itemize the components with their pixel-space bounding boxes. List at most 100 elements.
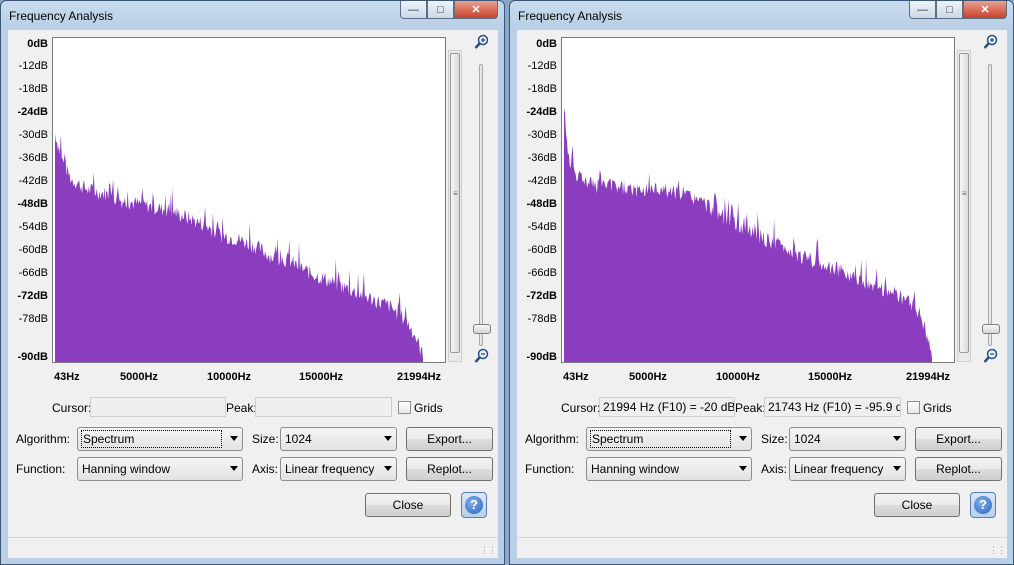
maximize-icon: □	[437, 3, 444, 16]
zoom-slider-track[interactable]	[479, 64, 483, 346]
resize-grip-icon[interactable]: ⋮⋮	[480, 545, 497, 556]
window-title: Frequency Analysis	[9, 9, 114, 23]
algorithm-label: Algorithm:	[16, 432, 71, 446]
x-axis-tick-label: 43Hz	[54, 371, 80, 383]
y-axis-tick-label: 0dB	[27, 38, 48, 50]
zoom-slider-thumb[interactable]	[982, 324, 1000, 334]
size-dropdown[interactable]: 1024	[280, 427, 397, 451]
peak-readout-field[interactable]: 21743 Hz (F10) = -95.9 dB	[764, 397, 901, 417]
size-dropdown[interactable]: 1024	[789, 427, 906, 451]
scrollbar-thumb[interactable]: ≡	[450, 53, 460, 353]
axis-dropdown[interactable]: Linear frequency	[280, 457, 397, 481]
scrollbar-thumb[interactable]: ≡	[959, 53, 969, 353]
function-value: Hanning window	[591, 462, 680, 476]
axis-label: Axis:	[252, 462, 279, 476]
chevron-down-icon	[893, 436, 901, 441]
close-icon: ✕	[471, 4, 481, 16]
cursor-readout-field[interactable]	[90, 397, 226, 417]
y-axis-tick-label: -42dB	[18, 175, 48, 187]
algorithm-dropdown[interactable]: Spectrum	[77, 427, 243, 451]
title-bar[interactable]: Frequency Analysis — □ ✕	[510, 1, 1013, 29]
close-window-button[interactable]: ✕	[454, 1, 498, 19]
chevron-down-icon	[739, 466, 747, 471]
grids-checkbox[interactable]	[907, 401, 920, 414]
zoom-out-icon[interactable]	[474, 348, 490, 364]
y-axis-tick-label: -90dB	[526, 351, 557, 363]
close-button[interactable]: Close	[874, 493, 960, 517]
replot-button[interactable]: Replot...	[406, 457, 493, 481]
chevron-down-icon	[384, 436, 392, 441]
y-axis-tick-label: -60dB	[18, 244, 48, 256]
spectrum-plot[interactable]	[52, 37, 446, 363]
function-label: Function:	[525, 462, 575, 476]
close-button[interactable]: Close	[365, 493, 451, 517]
chevron-down-icon	[384, 466, 392, 471]
chevron-down-icon	[739, 436, 747, 441]
frequency-analysis-window-left: Frequency Analysis — □ ✕ 0dB -12dB -18dB -24dB -…	[0, 0, 505, 565]
status-bar: ⋮⋮	[517, 537, 1007, 558]
y-axis-tick-label: -54dB	[18, 221, 48, 233]
y-axis-tick-label: -30dB	[18, 129, 48, 141]
maximize-icon: □	[946, 3, 953, 16]
peak-readout-field[interactable]	[255, 397, 392, 417]
cursor-label: Cursor:	[52, 401, 92, 415]
y-axis-tick-label: -78dB	[527, 313, 557, 325]
zoom-in-icon[interactable]	[983, 34, 999, 50]
algorithm-dropdown[interactable]: Spectrum	[586, 427, 752, 451]
export-button[interactable]: Export...	[406, 427, 493, 451]
help-button[interactable]: ?	[970, 492, 996, 518]
grids-checkbox[interactable]	[398, 401, 411, 414]
axis-label: Axis:	[761, 462, 788, 476]
y-axis-tick-label: -48dB	[17, 198, 48, 210]
y-axis-tick-label: -36dB	[18, 152, 48, 164]
spectrum-svg	[563, 108, 933, 362]
y-axis-tick-label: -90dB	[17, 351, 48, 363]
chevron-down-icon	[230, 436, 238, 441]
grip-icon: ≡	[962, 189, 967, 198]
function-label: Function:	[16, 462, 66, 476]
status-bar: ⋮⋮	[8, 537, 498, 558]
resize-grip-icon[interactable]: ⋮⋮	[989, 545, 1006, 556]
vertical-scrollbar[interactable]: ≡	[957, 50, 971, 362]
frequency-analysis-window-right: Frequency Analysis — □ ✕ 0dB -12dB -18dB -24dB -…	[509, 0, 1014, 565]
zoom-in-icon[interactable]	[474, 34, 490, 50]
help-button[interactable]: ?	[461, 492, 487, 518]
function-dropdown[interactable]: Hanning window	[586, 457, 752, 481]
y-axis-tick-label: -12dB	[527, 60, 557, 72]
close-window-button[interactable]: ✕	[963, 1, 1007, 19]
dialog-client-area: 0dB -12dB -18dB -24dB -30dB -36dB -42dB -48dB -5…	[8, 30, 498, 558]
chevron-down-icon	[230, 466, 238, 471]
vertical-scrollbar[interactable]: ≡	[448, 50, 462, 362]
export-button[interactable]: Export...	[915, 427, 1002, 451]
peak-label: Peak:	[735, 401, 766, 415]
size-value: 1024	[285, 432, 312, 446]
zoom-slider-track[interactable]	[988, 64, 992, 346]
grids-label[interactable]: Grids	[923, 401, 952, 415]
spectrum-plot[interactable]	[561, 37, 955, 363]
dialog-client-area: 0dB -12dB -18dB -24dB -30dB -36dB -42dB -48dB -5…	[517, 30, 1007, 558]
x-axis-tick-label: 43Hz	[563, 371, 589, 383]
zoom-slider-thumb[interactable]	[473, 324, 491, 334]
function-dropdown[interactable]: Hanning window	[77, 457, 243, 481]
grids-label[interactable]: Grids	[414, 401, 443, 415]
x-axis-tick-label: 21994Hz	[397, 371, 442, 383]
replot-button[interactable]: Replot...	[915, 457, 1002, 481]
axis-dropdown[interactable]: Linear frequency	[789, 457, 906, 481]
y-axis-tick-label: -78dB	[18, 313, 48, 325]
grip-icon: ≡	[453, 189, 458, 198]
axis-value: Linear frequency	[794, 462, 884, 476]
minimize-button[interactable]: —	[909, 1, 936, 19]
peak-label: Peak:	[226, 401, 257, 415]
size-label: Size:	[252, 432, 279, 446]
minimize-button[interactable]: —	[400, 1, 427, 19]
x-axis-tick-label: 5000Hz	[120, 371, 158, 383]
maximize-button[interactable]: □	[427, 1, 454, 19]
x-axis-tick-label: 10000Hz	[716, 371, 761, 383]
zoom-out-icon[interactable]	[983, 348, 999, 364]
maximize-button[interactable]: □	[936, 1, 963, 19]
cursor-readout-field[interactable]: 21994 Hz (F10) = -20 dB	[599, 397, 735, 417]
window-title: Frequency Analysis	[518, 9, 623, 23]
y-axis-tick-label: -36dB	[527, 152, 557, 164]
help-icon: ?	[974, 496, 992, 514]
title-bar[interactable]: Frequency Analysis — □ ✕	[1, 1, 504, 29]
